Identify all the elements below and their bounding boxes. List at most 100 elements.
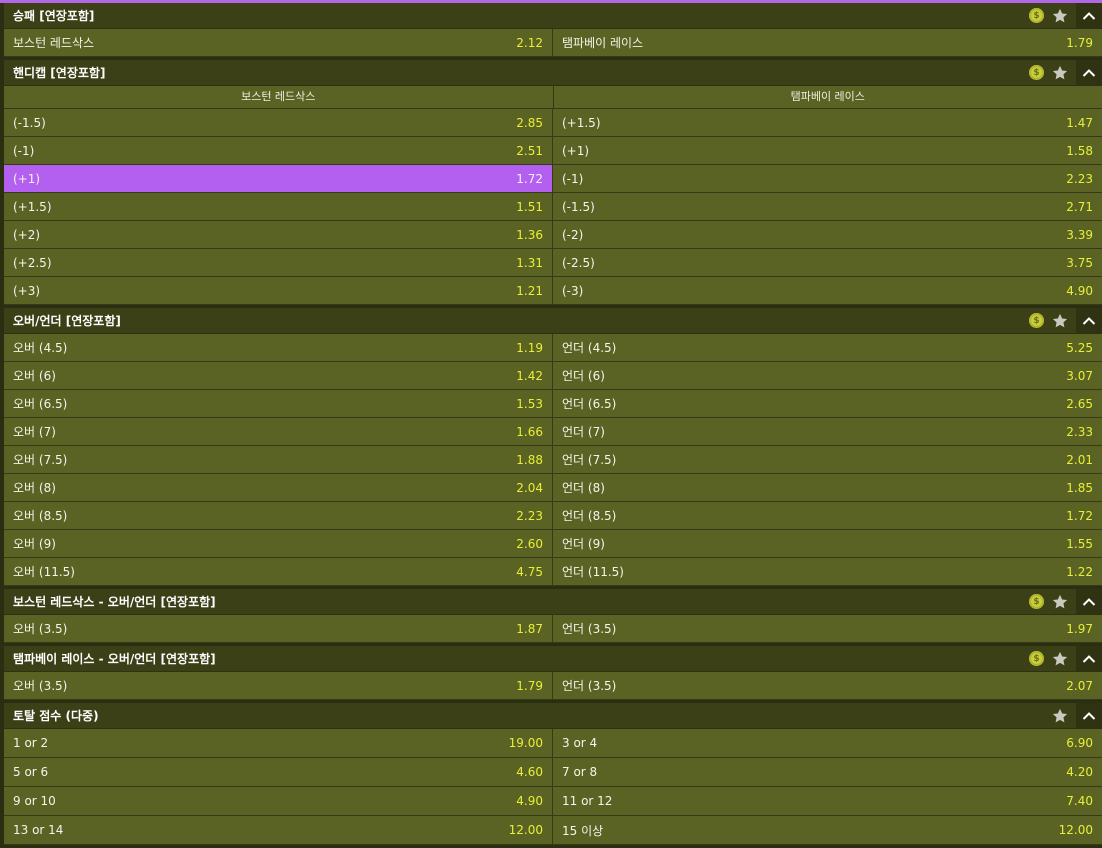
coin-icon[interactable]: $ bbox=[1029, 313, 1044, 328]
odds-row: 오버 (3.5)1.87언더 (3.5)1.97 bbox=[4, 615, 1102, 643]
bet-option-home[interactable]: (-1.5)2.85 bbox=[4, 109, 552, 136]
bet-option-away[interactable]: 탬파베이 레이스1.79 bbox=[552, 29, 1102, 56]
bet-option-odds: 2.71 bbox=[1066, 200, 1093, 214]
bet-option-home[interactable]: 오버 (7)1.66 bbox=[4, 418, 552, 445]
bet-option-away[interactable]: (+1.5)1.47 bbox=[552, 109, 1102, 136]
star-icon[interactable] bbox=[1051, 64, 1069, 82]
bet-option-home[interactable]: 5 or 64.60 bbox=[4, 758, 552, 786]
collapse-button[interactable] bbox=[1076, 589, 1102, 614]
bet-option-odds: 12.00 bbox=[1059, 823, 1093, 837]
bet-option-home[interactable]: (+1.5)1.51 bbox=[4, 193, 552, 220]
bet-option-home[interactable]: 오버 (4.5)1.19 bbox=[4, 334, 552, 361]
odds-row: 9 or 104.9011 or 127.40 bbox=[4, 787, 1102, 816]
market-header[interactable]: 핸디캡 [연장포함]$ bbox=[4, 60, 1102, 86]
bet-option-odds: 1.79 bbox=[516, 679, 543, 693]
bet-option-home[interactable]: 보스턴 레드삭스2.12 bbox=[4, 29, 552, 56]
bet-option-away[interactable]: 언더 (9)1.55 bbox=[552, 530, 1102, 557]
market-header[interactable]: 토탈 점수 (다중) bbox=[4, 703, 1102, 729]
bet-option-away[interactable]: (-2)3.39 bbox=[552, 221, 1102, 248]
bet-option-away[interactable]: (-1.5)2.71 bbox=[552, 193, 1102, 220]
odds-row: (-1.5)2.85(+1.5)1.47 bbox=[4, 109, 1102, 137]
star-icon[interactable] bbox=[1051, 312, 1069, 330]
bet-option-home[interactable]: 오버 (6)1.42 bbox=[4, 362, 552, 389]
bet-option-home[interactable]: 오버 (6.5)1.53 bbox=[4, 390, 552, 417]
bet-option-away[interactable]: 언더 (3.5)1.97 bbox=[552, 615, 1102, 642]
bet-option-home[interactable]: 1 or 219.00 bbox=[4, 729, 552, 757]
bet-option-home[interactable]: 9 or 104.90 bbox=[4, 787, 552, 815]
coin-icon[interactable]: $ bbox=[1029, 651, 1044, 666]
star-icon[interactable] bbox=[1051, 7, 1069, 25]
bet-option-away[interactable]: 언더 (6.5)2.65 bbox=[552, 390, 1102, 417]
market-header[interactable]: 보스턴 레드삭스 - 오버/언더 [연장포함]$ bbox=[4, 589, 1102, 615]
bet-option-odds: 2.60 bbox=[516, 537, 543, 551]
bet-option-odds: 2.23 bbox=[516, 509, 543, 523]
bet-option-label: 오버 (8) bbox=[13, 479, 56, 496]
market-header[interactable]: 승패 [연장포함]$ bbox=[4, 3, 1102, 29]
bet-option-home[interactable]: 오버 (8.5)2.23 bbox=[4, 502, 552, 529]
bet-option-away[interactable]: (-1)2.23 bbox=[552, 165, 1102, 192]
bet-option-odds: 1.51 bbox=[516, 200, 543, 214]
bet-option-away[interactable]: 언더 (3.5)2.07 bbox=[552, 672, 1102, 699]
bet-option-label: 언더 (3.5) bbox=[562, 677, 616, 694]
bet-option-home[interactable]: 오버 (9)2.60 bbox=[4, 530, 552, 557]
bet-option-away[interactable]: 언더 (7.5)2.01 bbox=[552, 446, 1102, 473]
bet-option-label: (-1) bbox=[562, 172, 583, 186]
coin-icon[interactable]: $ bbox=[1029, 594, 1044, 609]
bet-option-home[interactable]: 오버 (3.5)1.79 bbox=[4, 672, 552, 699]
collapse-button[interactable] bbox=[1076, 703, 1102, 728]
star-icon[interactable] bbox=[1051, 593, 1069, 611]
bet-option-away[interactable]: 3 or 46.90 bbox=[552, 729, 1102, 757]
bet-option-odds: 1.97 bbox=[1066, 622, 1093, 636]
coin-icon[interactable]: $ bbox=[1029, 65, 1044, 80]
bet-option-away[interactable]: 11 or 127.40 bbox=[552, 787, 1102, 815]
bet-option-away[interactable]: 언더 (6)3.07 bbox=[552, 362, 1102, 389]
bet-option-away[interactable]: 언더 (8.5)1.72 bbox=[552, 502, 1102, 529]
market-section: 승패 [연장포함]$보스턴 레드삭스2.12탬파베이 레이스1.79 bbox=[4, 3, 1102, 57]
bet-option-home[interactable]: 오버 (3.5)1.87 bbox=[4, 615, 552, 642]
bet-option-home[interactable]: 오버 (11.5)4.75 bbox=[4, 558, 552, 585]
bet-option-home[interactable]: (-1)2.51 bbox=[4, 137, 552, 164]
market-section: 보스턴 레드삭스 - 오버/언더 [연장포함]$오버 (3.5)1.87언더 (… bbox=[4, 589, 1102, 643]
bet-option-away[interactable]: (-2.5)3.75 bbox=[552, 249, 1102, 276]
bet-option-odds: 2.04 bbox=[516, 481, 543, 495]
star-icon[interactable] bbox=[1051, 650, 1069, 668]
collapse-button[interactable] bbox=[1076, 308, 1102, 333]
market-header-icons bbox=[1051, 703, 1102, 728]
bet-option-label: 언더 (11.5) bbox=[562, 563, 624, 580]
bet-option-home[interactable]: (+2.5)1.31 bbox=[4, 249, 552, 276]
bet-option-label: (-2) bbox=[562, 228, 583, 242]
bet-option-away[interactable]: (+1)1.58 bbox=[552, 137, 1102, 164]
bet-option-home[interactable]: (+3)1.21 bbox=[4, 277, 552, 304]
odds-row: 오버 (8) 2.04 언더 (8)1.85 bbox=[4, 474, 1102, 502]
bet-option-label: 오버 (4.5) bbox=[13, 339, 67, 356]
bet-option-away[interactable]: 7 or 84.20 bbox=[552, 758, 1102, 786]
bet-option-label: 1 or 2 bbox=[13, 736, 48, 750]
bet-option-away[interactable]: 언더 (4.5)5.25 bbox=[552, 334, 1102, 361]
bet-option-home[interactable]: (+1)1.72 bbox=[4, 165, 552, 192]
bet-option-home[interactable]: 13 or 1412.00 bbox=[4, 816, 552, 844]
market-header[interactable]: 오버/언더 [연장포함]$ bbox=[4, 308, 1102, 334]
coin-icon[interactable]: $ bbox=[1029, 8, 1044, 23]
bet-option-odds: 1.36 bbox=[516, 228, 543, 242]
bet-option-label: 언더 (6.5) bbox=[562, 395, 616, 412]
odds-row: 오버 (7)1.66언더 (7)2.33 bbox=[4, 418, 1102, 446]
bet-option-home[interactable]: 오버 (7.5)1.88 bbox=[4, 446, 552, 473]
team-name: 보스턴 레드삭스 bbox=[4, 86, 553, 108]
chevron-up-icon bbox=[1082, 597, 1096, 607]
collapse-button[interactable] bbox=[1076, 3, 1102, 28]
team-subheader: 보스턴 레드삭스탬파베이 레이스 bbox=[4, 86, 1102, 109]
collapse-button[interactable] bbox=[1076, 646, 1102, 671]
collapse-button[interactable] bbox=[1076, 60, 1102, 85]
bet-option-home[interactable]: (+2)1.36 bbox=[4, 221, 552, 248]
bet-option-away[interactable]: (-3)4.90 bbox=[552, 277, 1102, 304]
bet-option-away[interactable]: 언더 (11.5)1.22 bbox=[552, 558, 1102, 585]
bet-option-away[interactable]: 15 이상12.00 bbox=[552, 816, 1102, 844]
bet-option-away[interactable]: 언더 (7)2.33 bbox=[552, 418, 1102, 445]
odds-row: 오버 (9)2.60언더 (9)1.55 bbox=[4, 530, 1102, 558]
bet-option-label: (+3) bbox=[13, 284, 40, 298]
bet-option-home[interactable]: 오버 (8) 2.04 bbox=[4, 474, 552, 501]
bet-option-label: 오버 (7.5) bbox=[13, 451, 67, 468]
market-header[interactable]: 탬파베이 레이스 - 오버/언더 [연장포함]$ bbox=[4, 646, 1102, 672]
star-icon[interactable] bbox=[1051, 707, 1069, 725]
bet-option-away[interactable]: 언더 (8)1.85 bbox=[552, 474, 1102, 501]
